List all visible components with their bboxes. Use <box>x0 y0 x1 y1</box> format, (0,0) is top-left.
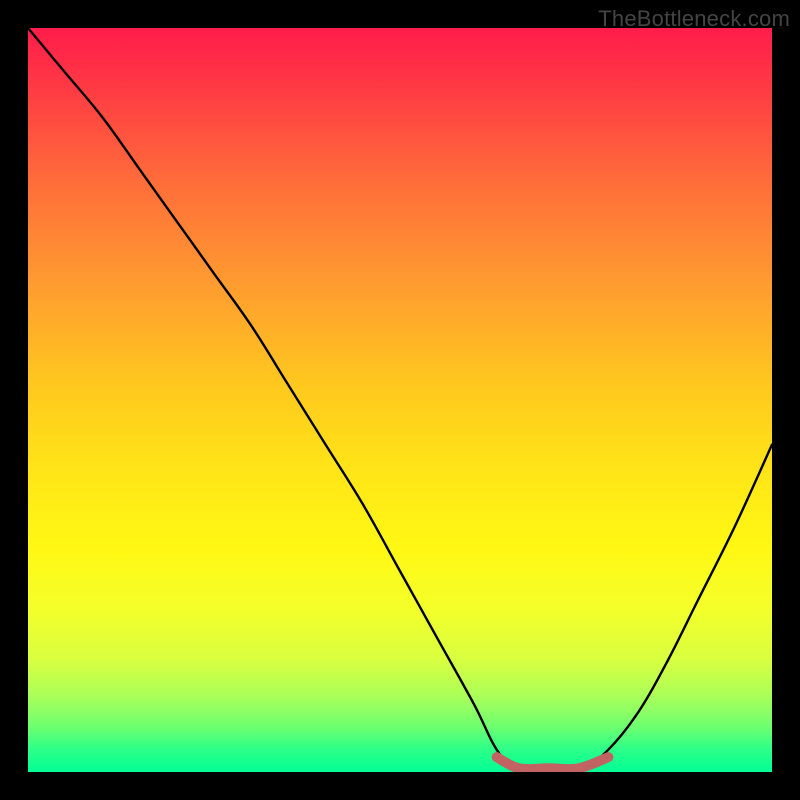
bottleneck-curve-path <box>28 28 772 772</box>
chart-frame: TheBottleneck.com <box>0 0 800 800</box>
chart-svg <box>28 28 772 772</box>
optimal-range-marker-path <box>497 757 609 769</box>
watermark-text: TheBottleneck.com <box>598 6 790 32</box>
